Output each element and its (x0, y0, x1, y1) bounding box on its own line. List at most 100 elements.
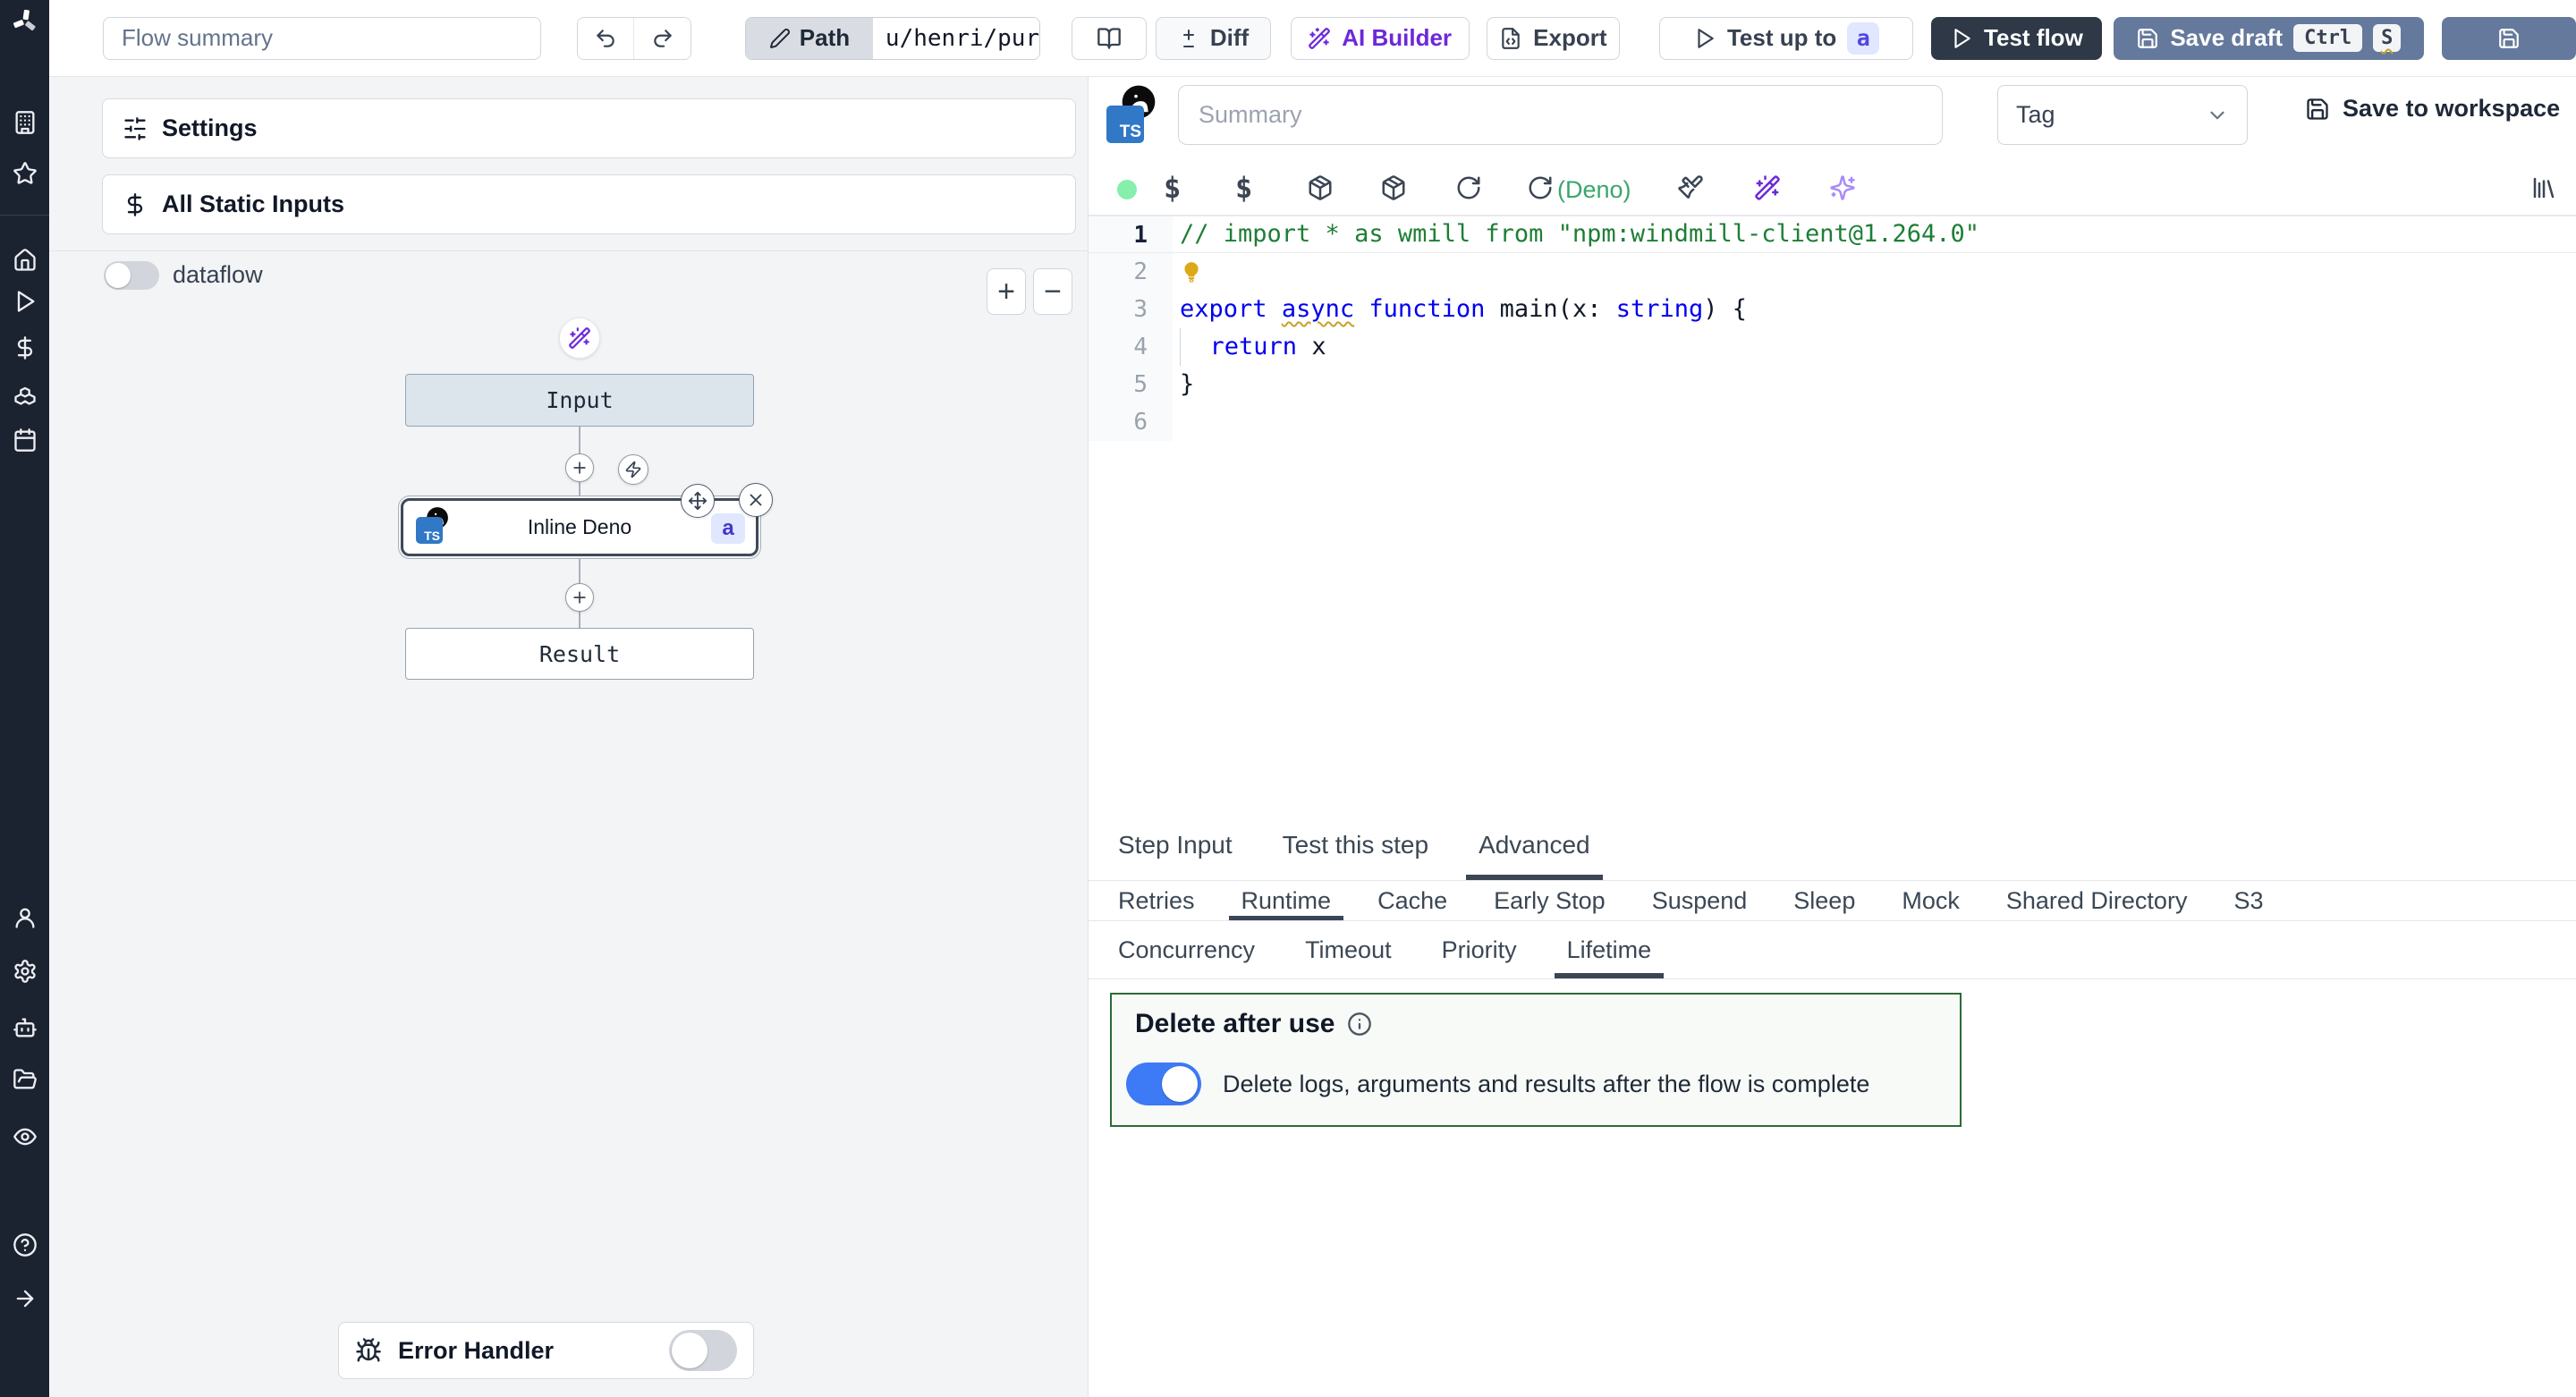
package-icon[interactable] (1380, 174, 1407, 201)
tab-sleep[interactable]: Sleep (1793, 881, 1855, 920)
delete-step-button[interactable] (739, 483, 773, 517)
favorites-star-icon[interactable] (13, 161, 38, 186)
editor-toolbar: $ $ (Deno) (1089, 165, 2576, 215)
reload-icon[interactable] (1455, 174, 1482, 201)
runs-play-icon[interactable] (13, 289, 38, 314)
undo-button[interactable] (578, 18, 635, 59)
users-icon[interactable] (13, 905, 38, 930)
dataflow-toggle[interactable] (104, 261, 159, 290)
path-button[interactable]: Path (746, 18, 873, 59)
ai-wand-icon[interactable] (1754, 174, 1781, 201)
test-flow-button[interactable]: Test flow (1931, 17, 2101, 60)
audit-eye-icon[interactable] (13, 1124, 38, 1149)
deploy-button[interactable] (2442, 17, 2576, 60)
ai-builder-label: AI Builder (1342, 24, 1452, 52)
all-static-inputs-button[interactable]: All Static Inputs (102, 174, 1076, 234)
tab-early-stop[interactable]: Early Stop (1494, 881, 1606, 920)
error-handler-toggle[interactable] (669, 1330, 737, 1371)
code-line-5[interactable]: 5} (1089, 366, 2576, 403)
delete-after-use-description: Delete logs, arguments and results after… (1223, 1071, 1869, 1098)
app-sidebar (0, 0, 49, 1397)
code-line-1[interactable]: 1// import * as wmill from "npm:windmill… (1089, 216, 2576, 253)
library-icon[interactable] (2530, 174, 2557, 201)
tab-test-this-step[interactable]: Test this step (1283, 810, 1428, 880)
move-step-button[interactable] (681, 484, 715, 518)
docs-button[interactable] (1072, 17, 1147, 60)
tab-step-input[interactable]: Step Input (1118, 810, 1233, 880)
play-icon (1950, 27, 1973, 50)
diff-button[interactable]: Diff (1156, 17, 1270, 60)
redo-button[interactable] (634, 18, 691, 59)
package-icon[interactable] (1307, 174, 1334, 201)
flow-summary-input[interactable] (103, 17, 541, 60)
edge-input-step2 (579, 482, 580, 498)
tab-concurrency[interactable]: Concurrency (1118, 921, 1255, 978)
resources-cubes-icon[interactable] (13, 382, 38, 407)
save-to-workspace-button[interactable]: Save to workspace (2305, 95, 2560, 123)
tab-mock[interactable]: Mock (1902, 881, 1960, 920)
folders-icon[interactable] (13, 1067, 38, 1092)
code-line-3[interactable]: 3export async function main(x: string) { (1089, 291, 2576, 328)
kbd-ctrl: Ctrl (2293, 24, 2362, 52)
export-label: Export (1533, 24, 1606, 52)
workspace-building-icon[interactable] (13, 110, 38, 135)
zoom-in-button[interactable]: + (987, 268, 1026, 315)
tab-suspend[interactable]: Suspend (1652, 881, 1748, 920)
dataflow-label: dataflow (173, 261, 263, 289)
wand-sparkles-icon (568, 326, 591, 350)
line-number: 6 (1089, 403, 1173, 441)
expand-arrow-icon[interactable] (13, 1286, 38, 1311)
tab-cache[interactable]: Cache (1377, 881, 1447, 920)
delete-after-use-toggle[interactable] (1126, 1063, 1201, 1105)
error-handler-card[interactable]: Error Handler (338, 1322, 754, 1379)
path-value[interactable]: u/henri/pur (873, 18, 1039, 59)
line-number: 1 (1089, 216, 1173, 252)
node-input[interactable]: Input (405, 374, 754, 427)
zoom-out-button[interactable]: − (1033, 268, 1072, 315)
code-line-6[interactable]: 6 (1089, 403, 2576, 441)
node-inline-deno-label: Inline Deno (528, 515, 631, 539)
error-handler-label: Error Handler (398, 1337, 653, 1365)
undo-icon (594, 27, 617, 50)
windmill-logo-icon[interactable] (13, 9, 38, 34)
ai-flow-wand-button[interactable] (559, 318, 600, 359)
flow-settings-button[interactable]: Settings (102, 98, 1076, 158)
home-icon[interactable] (13, 248, 38, 273)
schedules-calendar-icon[interactable] (13, 428, 38, 453)
step-summary-input[interactable] (1178, 85, 1943, 145)
add-step-button-bottom[interactable] (565, 583, 594, 612)
reload-lang-icon[interactable] (1527, 174, 1554, 201)
tab-lifetime[interactable]: Lifetime (1567, 921, 1652, 978)
settings-gear-icon[interactable] (13, 959, 38, 984)
code-line-2[interactable]: 2 (1089, 253, 2576, 291)
tab-timeout[interactable]: Timeout (1305, 921, 1392, 978)
code-line-4[interactable]: 4 return x (1089, 328, 2576, 366)
test-up-to-button[interactable]: Test up to a (1659, 17, 1913, 60)
pencil-icon (769, 28, 791, 49)
typescript-badge: TS (416, 517, 443, 544)
variables-dollar-icon[interactable] (13, 335, 38, 360)
ai-builder-button[interactable]: AI Builder (1291, 17, 1470, 60)
tab-runtime[interactable]: Runtime (1241, 881, 1332, 920)
tab-s3[interactable]: S3 (2233, 881, 2263, 920)
trigger-zap-button[interactable] (618, 454, 648, 485)
test-up-to-step-badge: a (1847, 22, 1879, 55)
help-circle-icon[interactable] (13, 1232, 38, 1257)
ai-sparkles-icon[interactable] (1829, 174, 1856, 201)
lightbulb-icon[interactable] (1180, 260, 1203, 284)
insert-resource-icon[interactable]: $ (1235, 171, 1252, 205)
tab-shared-directory[interactable]: Shared Directory (2006, 881, 2188, 920)
format-brush-icon[interactable] (1677, 174, 1704, 201)
sliders-icon (123, 116, 148, 141)
tag-select[interactable]: Tag (1997, 85, 2248, 145)
tab-priority[interactable]: Priority (1442, 921, 1517, 978)
tab-retries[interactable]: Retries (1118, 881, 1195, 920)
save-draft-button[interactable]: Save draft Ctrl S (2114, 17, 2424, 60)
code-editor[interactable]: 1// import * as wmill from "npm:windmill… (1089, 215, 2576, 810)
workers-robot-icon[interactable] (13, 1015, 38, 1040)
insert-variable-icon[interactable]: $ (1164, 171, 1181, 205)
add-step-button-top[interactable] (565, 453, 594, 482)
export-button[interactable]: Export (1487, 17, 1620, 60)
tab-advanced[interactable]: Advanced (1479, 810, 1590, 880)
node-result[interactable]: Result (405, 628, 754, 680)
